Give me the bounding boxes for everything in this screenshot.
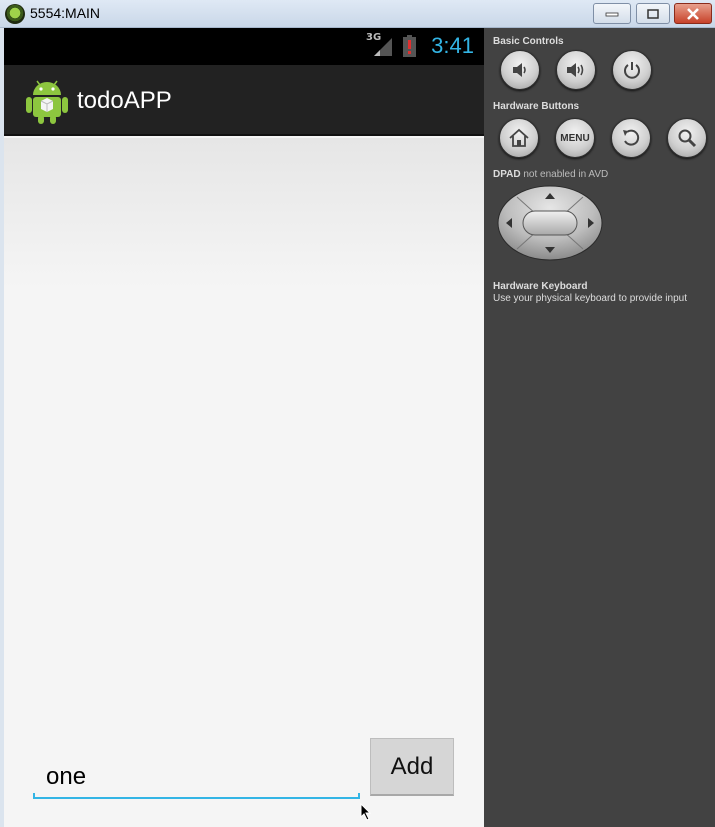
keyboard-note: Use your physical keyboard to provide in… xyxy=(493,293,687,304)
android-emulator-icon xyxy=(5,4,25,24)
controls-panel: Basic Controls Hardware Buttons MENU DPA… xyxy=(484,28,715,827)
dpad-control[interactable] xyxy=(497,185,603,261)
volume-up-button[interactable] xyxy=(556,50,596,90)
mouse-cursor-icon xyxy=(360,803,372,821)
todo-input[interactable]: one xyxy=(33,763,360,799)
restore-icon xyxy=(647,8,659,19)
status-clock: 3:41 xyxy=(431,33,474,58)
dpad-title: DPAD xyxy=(493,169,521,180)
close-button[interactable] xyxy=(674,3,712,24)
power-button[interactable] xyxy=(612,50,652,90)
status-bar: 3G 3:41 xyxy=(4,28,484,65)
list-area xyxy=(4,138,484,288)
app-title: todoAPP xyxy=(77,87,172,114)
close-icon xyxy=(687,7,699,20)
keyboard-label: Hardware Keyboard xyxy=(493,281,588,292)
power-icon xyxy=(624,62,640,79)
hardware-buttons-label: Hardware Buttons xyxy=(493,101,580,112)
title-bar: 5554:MAIN xyxy=(0,0,715,28)
maximize-button[interactable] xyxy=(636,3,670,24)
search-button[interactable] xyxy=(667,118,707,158)
volume-down-icon xyxy=(513,63,526,77)
search-icon xyxy=(678,129,697,148)
battery-alert-icon xyxy=(403,35,416,57)
dpad-note: not enabled in AVD xyxy=(523,169,609,180)
android-logo-icon xyxy=(26,80,68,124)
minimize-button[interactable] xyxy=(593,3,631,24)
signal-icon xyxy=(374,38,392,56)
window-title: 5554:MAIN xyxy=(30,5,101,21)
volume-up-icon xyxy=(567,63,584,77)
menu-button[interactable]: MENU xyxy=(555,118,595,158)
volume-down-button[interactable] xyxy=(500,50,540,90)
home-icon xyxy=(509,128,529,147)
menu-button-label: MENU xyxy=(560,132,590,144)
action-bar: todoAPP xyxy=(4,65,484,136)
basic-controls-label: Basic Controls xyxy=(493,36,564,47)
back-button[interactable] xyxy=(611,118,651,158)
home-button[interactable] xyxy=(499,118,539,158)
hardware-keyboard-info: Hardware Keyboard Use your physical keyb… xyxy=(493,281,687,305)
device-screen: 3G 3:41 todoAPP one Add xyxy=(4,28,484,827)
emulator-window: 5554:MAIN 3G 3:41 todoAPP one Add Basic … xyxy=(0,0,715,827)
minimize-icon xyxy=(605,12,619,16)
back-icon xyxy=(623,129,640,146)
add-button[interactable]: Add xyxy=(370,738,454,796)
todo-input-value: one xyxy=(46,763,87,790)
input-underline xyxy=(33,793,360,799)
dpad-label: DPAD not enabled in AVD xyxy=(493,169,608,180)
